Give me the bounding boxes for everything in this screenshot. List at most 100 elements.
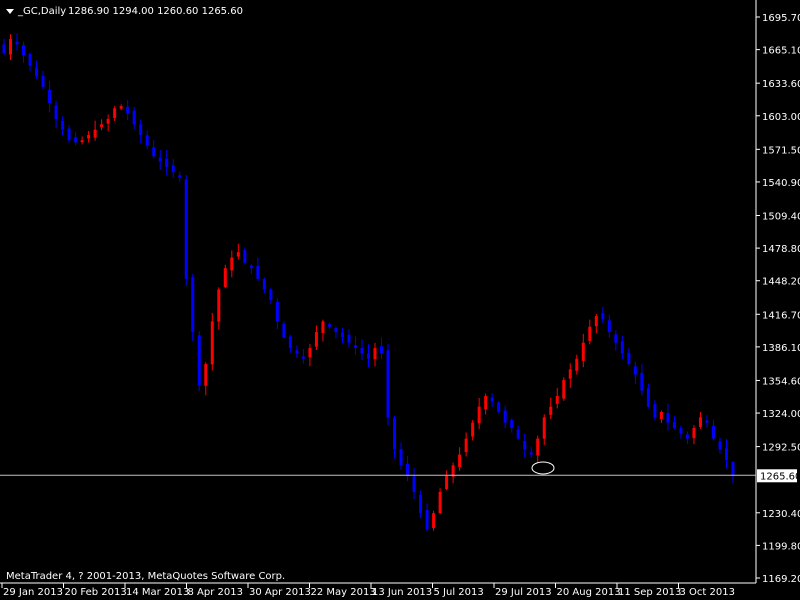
- time-tick-label: 22 May 2013: [311, 587, 376, 598]
- candle-body: [523, 441, 527, 450]
- candle-body: [139, 124, 143, 135]
- candle-body: [145, 135, 149, 146]
- price-tick-label: 1695.70: [762, 13, 800, 24]
- price-tick-label: 1292.50: [762, 443, 800, 454]
- time-tick-label: 14 Mar 2013: [126, 587, 189, 598]
- time-tick-label: 3 Oct 2013: [680, 587, 735, 598]
- candle-body: [406, 463, 410, 476]
- candle-body: [249, 265, 253, 269]
- candle-body: [653, 404, 657, 418]
- candle-body: [724, 448, 728, 460]
- candle-body: [334, 328, 338, 333]
- candle-body: [731, 462, 735, 476]
- candle-body: [432, 513, 436, 529]
- candle-body: [497, 402, 501, 412]
- candle-body: [458, 454, 462, 467]
- candle-body: [191, 277, 195, 333]
- candle-body: [210, 321, 214, 365]
- candle-body: [562, 380, 566, 399]
- candle-body: [301, 356, 305, 359]
- time-tick-label: 20 Feb 2013: [65, 587, 127, 598]
- candle-body: [2, 44, 6, 53]
- candle-body: [308, 348, 312, 358]
- candle-body: [314, 332, 318, 347]
- candle-body: [633, 366, 637, 375]
- candle-body: [152, 147, 156, 157]
- candle-body: [48, 89, 52, 103]
- price-tick-label: 1354.60: [762, 376, 800, 387]
- price-tick-label: 1169.20: [762, 574, 800, 585]
- candle-body: [282, 323, 286, 338]
- candle-body: [607, 320, 611, 333]
- candle-body: [640, 373, 644, 391]
- candle-body: [484, 396, 488, 410]
- candle-body: [672, 421, 676, 428]
- candle-body: [646, 388, 650, 407]
- candle-body: [555, 396, 559, 404]
- candle-body: [679, 428, 683, 434]
- ohlc-header: 1286.90 1294.00 1260.60 1265.60: [68, 6, 243, 17]
- candle-body: [419, 494, 423, 514]
- candle-body: [692, 427, 696, 439]
- candle-body: [503, 410, 507, 423]
- copyright-text: MetaTrader 4, ? 2001-2013, MetaQuotes So…: [6, 571, 285, 582]
- chart-window[interactable]: _GC,Daily 1286.90 1294.00 1260.60 1265.6…: [0, 0, 800, 600]
- candle-body: [666, 412, 670, 423]
- candle-body: [197, 335, 201, 386]
- candle-body: [360, 348, 364, 354]
- candle-body: [659, 411, 663, 419]
- candle-body: [236, 252, 240, 257]
- candle-body: [412, 476, 416, 492]
- candle-body: [705, 420, 709, 423]
- candle-body: [256, 266, 260, 279]
- candle-body: [87, 134, 91, 139]
- candle-body: [275, 301, 279, 322]
- candle-body: [594, 316, 598, 327]
- candle-body: [28, 54, 32, 66]
- candle-body: [61, 120, 65, 130]
- candle-body: [438, 491, 442, 514]
- candle-body: [425, 510, 429, 530]
- candle-body: [184, 179, 188, 279]
- candle-body: [373, 348, 377, 360]
- candle-body: [67, 128, 71, 141]
- candle-body: [380, 346, 384, 354]
- candle-body: [471, 422, 475, 437]
- time-tick-label: 8 Apr 2013: [188, 587, 243, 598]
- price-tick-label: 1509.40: [762, 212, 800, 223]
- candle-body: [9, 39, 13, 55]
- candle-body: [41, 75, 45, 88]
- candle-body: [295, 350, 299, 354]
- candle-body: [386, 350, 390, 418]
- candle-body: [542, 417, 546, 439]
- candle-body: [93, 129, 97, 138]
- candle-body: [288, 336, 292, 349]
- time-tick-label: 11 Sep 2013: [618, 587, 681, 598]
- candle-body: [399, 448, 403, 466]
- candle-body: [327, 324, 331, 327]
- candle-body: [620, 341, 624, 354]
- candle-body: [15, 41, 19, 45]
- candle-body: [614, 334, 618, 343]
- price-tick-label: 1540.90: [762, 178, 800, 189]
- candle-body: [171, 165, 175, 173]
- price-tick-label: 1230.40: [762, 509, 800, 520]
- candlestick-chart[interactable]: _GC,Daily 1286.90 1294.00 1260.60 1265.6…: [0, 0, 800, 600]
- candle-body: [347, 334, 351, 343]
- candle-body: [158, 157, 162, 162]
- candle-body: [353, 345, 357, 349]
- time-tick-label: 13 Jun 2013: [372, 587, 432, 598]
- candle-body: [100, 124, 104, 128]
- candle-body: [588, 326, 592, 341]
- candle-body: [549, 406, 553, 415]
- candle-body: [178, 175, 182, 178]
- symbol-header: _GC,Daily: [17, 6, 66, 17]
- price-tick-label: 1199.80: [762, 541, 800, 552]
- time-tick-label: 29 Jan 2013: [3, 587, 63, 598]
- candle-body: [106, 118, 110, 124]
- candle-body: [340, 332, 344, 338]
- candle-body: [165, 158, 169, 167]
- candle-body: [601, 313, 605, 320]
- candle-body: [54, 105, 58, 119]
- candle-body: [464, 438, 468, 453]
